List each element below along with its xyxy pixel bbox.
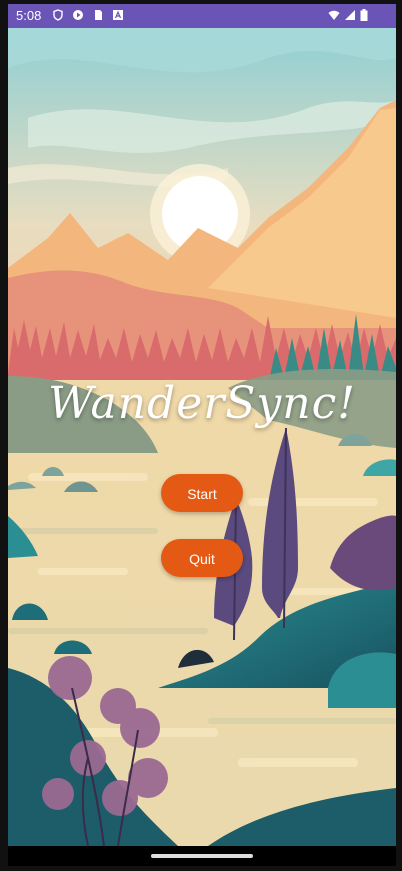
wifi-icon (328, 10, 340, 20)
start-button[interactable]: Start (161, 474, 243, 512)
signal-icon (345, 10, 355, 20)
status-bar: 5:08 (8, 4, 396, 28)
a-text-icon (113, 10, 123, 20)
play-protect-icon (73, 10, 83, 20)
quit-button[interactable]: Quit (161, 539, 243, 577)
status-time: 5:08 (16, 8, 42, 23)
landscape-background (8, 28, 396, 846)
shield-icon (53, 9, 63, 21)
app-title: WanderSync! (48, 378, 356, 429)
navigation-bar (8, 846, 396, 866)
app-screen: WanderSync! Start Quit (8, 28, 396, 846)
home-gesture-handle[interactable] (151, 854, 253, 858)
battery-icon (360, 9, 368, 21)
sd-card-icon (95, 10, 102, 20)
device-frame: 5:08 WanderSync! Start Quit (0, 0, 402, 871)
